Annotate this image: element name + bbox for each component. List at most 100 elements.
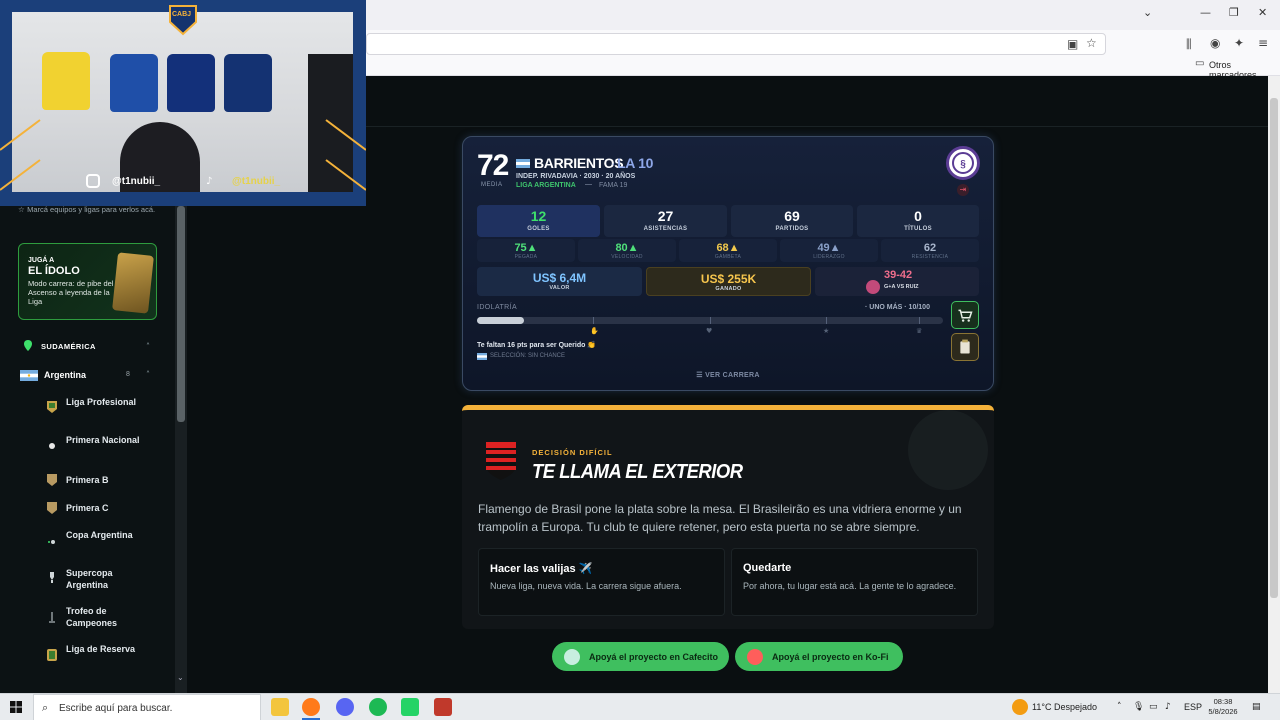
windows-start-icon[interactable] [10, 701, 22, 713]
option-quedarte[interactable]: Quedarte Por ahora, tu lugar está acá. L… [731, 548, 978, 616]
support-cafecito-label: Apoyá el proyecto en Cafecito [589, 652, 719, 662]
restore-icon[interactable]: ❐ [1229, 6, 1239, 19]
heart-icon: ♥ [706, 327, 713, 335]
supercopa-trophy-icon [50, 572, 54, 583]
extensions-icon[interactable]: ✦ [1234, 36, 1244, 50]
firefox-icon[interactable] [302, 698, 320, 716]
menu-icon[interactable]: ≡ [1258, 36, 1268, 50]
chevron-up-icon[interactable]: ˄ [146, 342, 150, 351]
player-card-image [112, 252, 154, 314]
market-value-label: VALOR [549, 285, 570, 291]
taskbar-search[interactable]: ⌕ Escribe aquí para buscar. [33, 694, 261, 720]
weather-icon[interactable] [1012, 699, 1028, 715]
sidebar-item-liga-profesional[interactable]: Liga Profesional [66, 396, 156, 408]
attr-value: 68▲ [716, 242, 740, 254]
account-icon[interactable]: ◉ [1210, 36, 1220, 50]
library-icon[interactable]: ⫼ [1186, 37, 1192, 52]
sidebar-item-primera-c[interactable]: Primera C [66, 502, 156, 514]
webcam-frame [0, 5, 366, 191]
copa-argentina-icon [48, 540, 55, 544]
tray-chevron-icon[interactable]: ˄ [1117, 702, 1122, 712]
clock-time: 08:38 [1213, 697, 1233, 706]
map-pin-icon [24, 340, 32, 351]
club-crest-icon: § [946, 146, 980, 180]
league-fame-separator: — [585, 181, 592, 188]
discord-icon[interactable] [336, 698, 354, 716]
stat-titulos: 0 TÍTULOS [857, 205, 979, 237]
minimize-icon[interactable]: — [1200, 6, 1211, 19]
view-career-link[interactable]: ☰ VER CARRERA [463, 371, 993, 379]
option-hacer-las-valijas[interactable]: Hacer las valijas ✈️ Nueva liga, nueva v… [478, 548, 725, 616]
attr-label: GAMBETA [714, 254, 742, 260]
decision-kicker: DECISIÓN DIFÍCIL [532, 448, 613, 457]
main-scroll-thumb[interactable] [1270, 98, 1278, 598]
stat-value: 69 [784, 208, 800, 224]
sidebar-item-primera-nacional[interactable]: Primera Nacional [66, 434, 156, 446]
instagram-handle: @t1nubii_ [112, 176, 161, 187]
attr-value: 62 [923, 242, 937, 254]
sidebar-item-supercopa-argentina[interactable]: Supercopa Argentina [66, 567, 156, 591]
idolatry-message: Te faltan 16 pts para ser Querido 👏 [477, 342, 597, 349]
scroll-down-arrow-icon[interactable]: ⌄ [177, 673, 184, 682]
shop-button[interactable] [951, 301, 979, 329]
player-card: 72 MEDIA BARRIENTOS · LA 10 INDEP. RIVAD… [462, 136, 994, 391]
player-alias: LA 10 [617, 155, 654, 171]
stat-value: 27 [657, 208, 674, 224]
country-argentina[interactable]: Argentina [44, 370, 86, 380]
streaming-app-icon[interactable] [434, 698, 452, 716]
idolatry-tick [593, 317, 594, 324]
clock[interactable]: 08:38 5/8/2026 [1208, 697, 1238, 717]
argentina-flag-icon [20, 370, 38, 381]
player-fame: FAMA 19 [599, 182, 628, 189]
spotify-icon[interactable] [369, 698, 387, 716]
stat-goles: 12 GOLES [477, 205, 600, 237]
bookmark-star-icon[interactable]: ☆ [1086, 36, 1097, 50]
support-cafecito-button[interactable]: Apoyá el proyecto en Cafecito [552, 642, 729, 671]
language-indicator[interactable]: ESP [1184, 702, 1202, 712]
region-sudamerica[interactable]: SUDAMÉRICA [41, 342, 96, 351]
argentina-flag-icon [477, 353, 487, 360]
decision-card: DECISIÓN DIFÍCIL TE LLAMA EL EXTERIOR Fl… [462, 405, 994, 629]
microphone-icon[interactable]: 🎙 [1133, 702, 1144, 712]
sidebar-item-liga-de-reserva[interactable]: Liga de Reserva [66, 643, 156, 655]
option-description: Nueva liga, nueva vida. La carrera sigue… [490, 581, 682, 591]
stat-label: GOLES [527, 226, 550, 232]
sidebar-item-primera-b[interactable]: Primera B [66, 474, 156, 486]
attr-gambeta: 68▲ GAMBETA [679, 239, 777, 262]
address-bar[interactable] [366, 33, 1106, 55]
soccer-ball-watermark [908, 410, 988, 490]
reader-icon[interactable]: ▣ [1067, 37, 1078, 51]
sidebar-scroll-thumb[interactable] [177, 206, 185, 422]
support-kofi-button[interactable]: Apoyá el proyecto en Ko-Fi [735, 642, 903, 671]
exit-icon[interactable]: ⇥ [957, 184, 969, 196]
search-placeholder: Escribe aquí para buscar. [59, 703, 173, 714]
player-club-line: INDEP. RIVADAVIA · 2030 · 20 AÑOS [516, 173, 636, 180]
option-title: Hacer las valijas ✈️ [490, 563, 593, 575]
network-icon[interactable]: ▭ [1149, 702, 1158, 712]
option-description: Por ahora, tu lugar está acá. La gente t… [743, 581, 957, 591]
chevron-up-icon[interactable]: ˄ [146, 370, 150, 379]
stat-label: TÍTULOS [904, 226, 932, 232]
clipboard-button[interactable] [951, 333, 979, 361]
file-explorer-icon[interactable] [271, 698, 289, 716]
clock-date: 5/8/2026 [1208, 707, 1238, 716]
name-separator: · [611, 155, 616, 171]
cafecito-icon [564, 649, 580, 665]
tiktok-icon: ♪ [206, 176, 213, 187]
primera-b-icon [47, 474, 57, 486]
notifications-icon[interactable]: ▤ [1252, 702, 1261, 712]
attr-label: PEGADA [514, 254, 538, 260]
volume-icon[interactable]: ♪ [1165, 702, 1171, 712]
close-icon[interactable]: ✕ [1258, 6, 1267, 19]
player-league: LIGA ARGENTINA [516, 182, 576, 189]
weather-text[interactable]: 11°C Despejado [1032, 702, 1097, 712]
idolatry-progress-fill [477, 317, 524, 324]
whatsapp-icon[interactable] [401, 698, 419, 716]
sidebar-item-trofeo-de-campeones[interactable]: Trofeo de Campeones [66, 605, 156, 629]
tab-list-icon[interactable]: ⌄ [1143, 6, 1152, 19]
trophy-icon: ♛ [916, 327, 923, 335]
decision-title: TE LLAMA EL EXTERIOR [532, 461, 743, 483]
support-kofi-label: Apoyá el proyecto en Ko-Fi [772, 652, 889, 662]
sidebar-item-copa-argentina[interactable]: Copa Argentina [66, 529, 156, 541]
promo-banner[interactable]: JUGÁ A EL ÍDOLO Modo carrera: de pibe de… [18, 243, 157, 320]
